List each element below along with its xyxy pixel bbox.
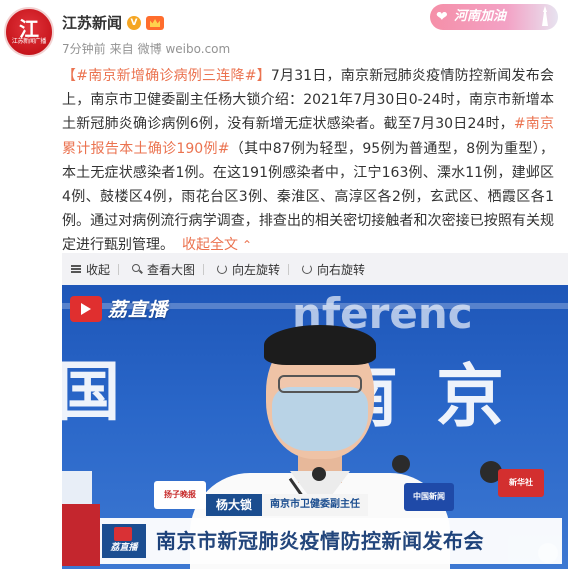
rotate-right-button[interactable]: 向右旋转: [280, 261, 365, 278]
mic-flag: 中国新闻: [404, 483, 454, 511]
chevron-up-icon[interactable]: ⌃: [242, 238, 252, 252]
view-large-button[interactable]: 查看大图: [110, 261, 195, 278]
speaker-mask: [272, 387, 368, 451]
watermark-icon: [538, 543, 558, 563]
live-logo: 荔直播: [70, 295, 168, 322]
lower-third-headline: 南京市新冠肺炎疫情防控新闻发布会: [156, 529, 484, 553]
lower-third-name: 杨大锁 南京市卫健委副主任: [206, 494, 369, 516]
collapse-image-label: 收起: [86, 262, 111, 277]
post-photo[interactable]: nferenc 国 南京 荔直播 中国新闻 新华社 扬子晚报 杨大锁 南京市卫健…: [62, 285, 568, 569]
post-time[interactable]: 7分钟前: [62, 41, 106, 57]
speaker-title: 南京市卫健委副主任: [262, 494, 369, 516]
speaker-glasses: [278, 375, 362, 393]
post-text-2: （其中87例为轻型，95例为普通型，8例为重型），本土无症状感染者1例。在这19…: [62, 140, 554, 254]
media-toolbar: 收起 查看大图 向左旋转 向右旋转: [70, 259, 365, 279]
speaker-hair: [264, 325, 376, 365]
zoom-icon: [131, 263, 143, 275]
user-name-row: 江苏新闻 V: [62, 12, 165, 34]
heart-icon: ❤: [436, 9, 448, 25]
collapse-text-button[interactable]: 收起全文: [182, 237, 238, 253]
topic-link-1[interactable]: 【#南京新增确诊病例三连降#】: [62, 68, 271, 84]
badge-text: 河南加油: [454, 9, 507, 24]
view-large-label: 查看大图: [147, 262, 196, 277]
small-live-logo: 荔直播: [102, 524, 146, 558]
microphone-icon: [392, 455, 410, 473]
source-prefix: 来自: [109, 42, 134, 56]
mic-flag: 扬子晚报: [154, 481, 206, 509]
verified-icon[interactable]: V: [127, 16, 142, 30]
post-source-link[interactable]: 微博 weibo.com: [138, 41, 231, 57]
collapse-icon: [70, 263, 82, 275]
post-meta: 7分钟前 来自 微博 weibo.com: [62, 41, 230, 57]
live-play-icon: [114, 527, 132, 541]
avatar[interactable]: 江 江苏新闻广播: [4, 7, 54, 57]
mic-flag: 新华社: [498, 469, 544, 497]
small-live-logo-text: 荔直播: [110, 543, 138, 553]
live-play-icon: [70, 295, 102, 322]
rotate-left-button[interactable]: 向左旋转: [195, 261, 280, 278]
post-body: 【#南京新增确诊病例三连降#】7月31日，南京新冠肺炎疫情防控新闻发布会上，南京…: [62, 64, 554, 258]
backdrop-word-guo: 国: [62, 356, 120, 430]
rotate-left-label: 向左旋转: [232, 262, 281, 277]
rotate-right-label: 向右旋转: [317, 262, 366, 277]
avatar-caption: 江苏新闻广播: [11, 38, 47, 45]
rotate-left-icon: [216, 263, 228, 275]
collapse-image-button[interactable]: 收起: [70, 261, 110, 278]
speaker-name: 杨大锁: [206, 494, 263, 516]
rotate-right-icon: [301, 263, 313, 275]
tower-icon: [542, 6, 548, 26]
user-name-link[interactable]: 江苏新闻: [62, 13, 122, 33]
live-logo-text: 荔直播: [108, 299, 169, 321]
lower-third-bar: 荔直播 南京市新冠肺炎疫情防控新闻发布会: [100, 518, 562, 564]
lower-third-red-block: [62, 504, 100, 566]
microphone-icon: [312, 467, 326, 481]
media-viewer: 收起 查看大图 向左旋转 向右旋转 nferenc 国 南京 荔直播 中国新闻 …: [62, 253, 568, 569]
member-crown-icon[interactable]: [146, 16, 165, 30]
event-badge[interactable]: ❤ 河南加油: [430, 4, 558, 30]
